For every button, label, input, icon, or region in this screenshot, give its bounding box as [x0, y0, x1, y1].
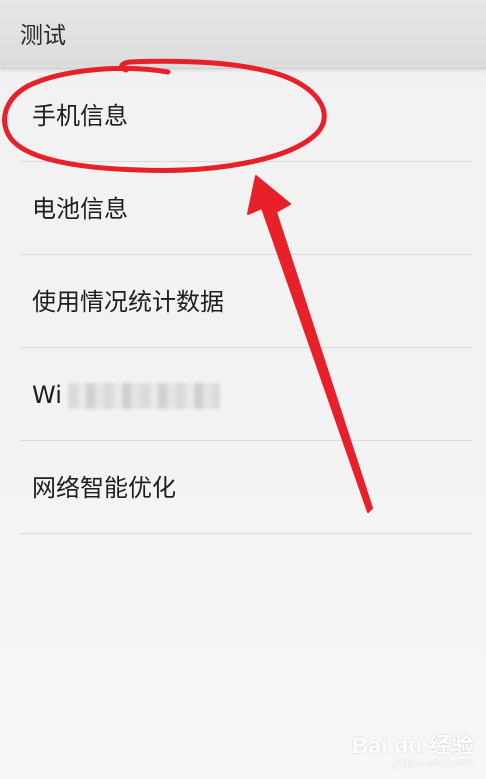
menu-item-label: Wi: [32, 381, 62, 409]
menu-item-usage-stats[interactable]: 使用情况统计数据: [20, 255, 472, 348]
menu-item-phone-info[interactable]: 手机信息: [20, 69, 472, 162]
menu-item-label: 使用情况统计数据: [32, 288, 224, 316]
settings-menu: 手机信息 电池信息 使用情况统计数据 Wi 网络智能优化: [0, 69, 486, 534]
menu-item-wifi-info[interactable]: Wi: [20, 348, 472, 441]
menu-item-wifi-label-row: Wi: [32, 378, 220, 412]
menu-item-battery-info[interactable]: 电池信息: [20, 162, 472, 255]
menu-item-label: 电池信息: [32, 195, 128, 223]
watermark-brand: Bai du 经验: [352, 733, 474, 758]
page-title: 测试: [20, 23, 66, 49]
menu-item-label: 网络智能优化: [32, 474, 176, 502]
app-header: 测试: [0, 0, 486, 69]
menu-item-network-optimization[interactable]: 网络智能优化: [20, 441, 472, 534]
menu-item-label: 手机信息: [32, 102, 128, 130]
baidu-jingyan-watermark: Bai du 经验 jingyan.baidu.com: [352, 728, 474, 769]
blurred-text-redaction: [67, 383, 220, 409]
